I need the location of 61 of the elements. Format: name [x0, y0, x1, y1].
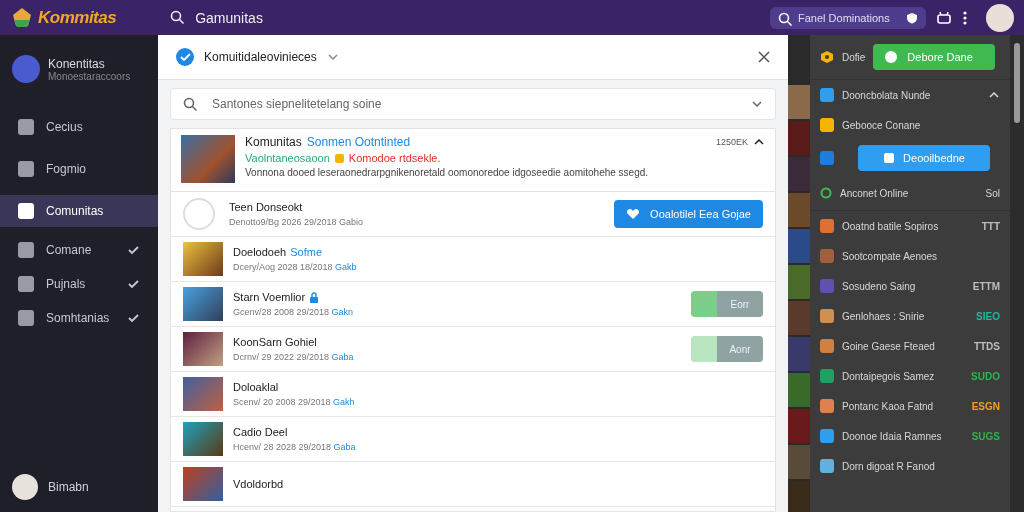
nav-item[interactable]: Somhtanias [0, 305, 158, 331]
game-name[interactable]: Pontanc Kaoa Fatnd [842, 400, 964, 412]
join-button[interactable]: Ooalotilel Eea Gojae [614, 200, 763, 228]
row-subtitle: Gcenv/28 2008 29/2018 Gakn [233, 307, 355, 317]
row-title: Vdoldorbd [233, 478, 284, 490]
profile-subtitle: Monoestaraccoors [48, 70, 131, 82]
nav-item[interactable]: Comane [0, 237, 158, 263]
row-title: Teen Donseokt [229, 201, 303, 213]
game-name[interactable]: Genlohaes : Snirie [842, 310, 969, 322]
game-name[interactable]: Sosudeno Saing [842, 280, 965, 292]
modal-title[interactable]: Komuitidaleovinieces [204, 50, 317, 64]
row-tag: Sofme [290, 246, 322, 258]
online-count: Sol [985, 187, 1000, 199]
warning-text: Komodoe rtdsekle. [348, 152, 441, 164]
section-item[interactable]: Gebooce Conane [842, 119, 1000, 131]
game-name[interactable]: Dorn digoat R Fanod [842, 460, 1000, 472]
logo-text: Kommitas [38, 7, 117, 28]
status-text: Vaolntaneosaoon [245, 152, 330, 164]
member-count: 1250EK [715, 137, 748, 147]
game-name[interactable]: Ooatnd batile Sopiros [842, 220, 974, 232]
card-title: Komunitas [245, 135, 302, 149]
game-count: SIEO [976, 310, 1000, 322]
row-subtitle: Dcrnv/ 29 2022 29/2018 Gaba [233, 352, 355, 362]
section-title[interactable]: Dooncbolata Nunde [842, 89, 980, 101]
row-subtitle: Hcenv/ 28 2028 29/2018 Gaba [233, 442, 357, 452]
profile-name: Konentitas [48, 56, 106, 71]
card-description: Vonnona dooed leseraonedrarpgnikenoretald oomonoredoe idgoseedie aomitohehe ssegd. [245, 167, 650, 178]
game-count: SUGS [971, 430, 1000, 442]
game-name[interactable]: Sootcompate Aenoes [842, 250, 1000, 262]
quick-search-field[interactable]: Fanel Dominations [770, 6, 926, 29]
card-tag: Sonmen Ootntinted [306, 135, 411, 149]
nav-item[interactable]: Fogmio [0, 153, 158, 185]
row-subtitle: Denotto9/Bg 2026 29/2018 Gabio [229, 217, 365, 227]
row-link[interactable]: Gakn [331, 307, 354, 317]
row-title: Starn Voemlior [233, 291, 306, 303]
nav-item[interactable]: Cecius [0, 111, 158, 143]
game-name[interactable]: Dontaipegois Samez [842, 370, 964, 382]
search-field[interactable]: Santones siepnelitetelang soine [170, 88, 776, 120]
search-text: Gamunitas [195, 9, 263, 26]
row-subtitle: Dcery/Aog 2028 18/2018 Gakb [233, 262, 358, 272]
game-count: TTT [981, 220, 1000, 232]
row-link[interactable]: Gaba [331, 352, 354, 362]
row-title: Cadio Deel [233, 426, 288, 438]
row-link[interactable]: Gaba [333, 442, 356, 452]
status-label: Dofie [842, 51, 866, 63]
nav-item[interactable]: Comunitas [0, 195, 158, 227]
row-link[interactable]: Gakh [333, 397, 355, 407]
row-title: Doelodoeh [233, 246, 287, 258]
user-name: Bimabn [48, 480, 89, 494]
game-count: TTDS [973, 340, 1000, 352]
game-count: ESGN [971, 400, 1000, 412]
game-name[interactable]: Doonoe Idaia Ramnes [842, 430, 964, 442]
game-count: SUDO [971, 370, 1000, 382]
row-link[interactable]: Gakb [335, 262, 357, 272]
online-label: Anconet Online [840, 187, 910, 199]
game-count: ETTM [972, 280, 1000, 292]
nav-item[interactable]: Pujnals [0, 271, 158, 297]
row-title: KoonSarn Gohiel [233, 336, 317, 348]
row-title: Doloaklal [233, 381, 279, 393]
game-name[interactable]: Goine Gaese Fteaed [842, 340, 966, 352]
row-subtitle: Scenv/ 20 2008 29/2018 Gakh [233, 397, 356, 407]
